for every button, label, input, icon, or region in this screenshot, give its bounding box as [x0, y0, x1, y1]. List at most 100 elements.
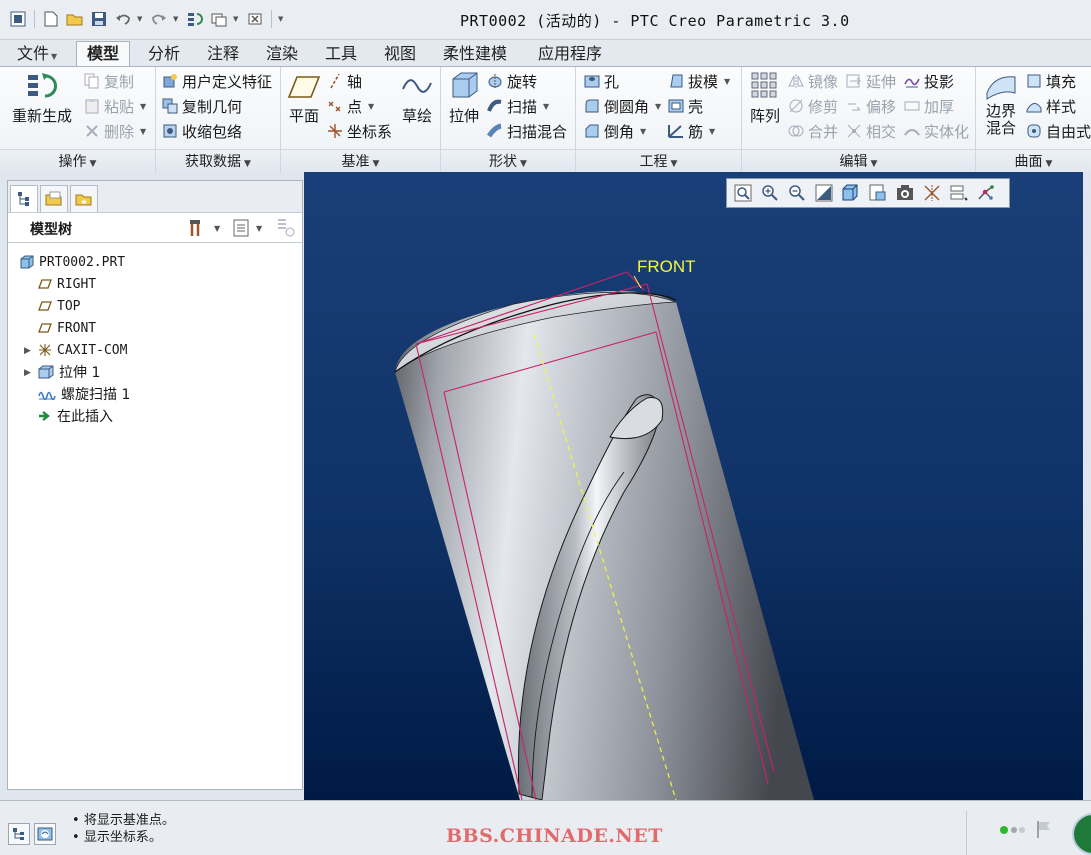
trim-button[interactable]: 修剪 [788, 94, 838, 118]
tab-flexible-modeling[interactable]: 柔性建模 [432, 41, 518, 66]
graphics-window[interactable]: FRONT [304, 172, 1091, 800]
perspective-icon[interactable] [920, 181, 944, 205]
insert-here-arrow-icon [39, 411, 50, 421]
extrude-button[interactable]: 拉伸 [445, 69, 483, 125]
mirror-button[interactable]: 镜像 [788, 69, 838, 93]
tab-model[interactable]: 模型 [76, 41, 131, 66]
saved-views-icon[interactable] [866, 181, 890, 205]
freestyle-button[interactable]: 自由式 [1026, 119, 1091, 143]
fill-button[interactable]: 填充 [1026, 69, 1076, 93]
undo-dropdown-icon[interactable]: ▼ [137, 15, 145, 23]
zoom-in-icon[interactable] [758, 181, 782, 205]
paste-button[interactable]: 粘贴 ▼ [84, 94, 146, 118]
tab-view[interactable]: 视图 [373, 41, 427, 66]
copy-button[interactable]: 复制 [84, 69, 134, 93]
tab-annotate[interactable]: 注释 [196, 41, 250, 66]
csys-button[interactable]: 坐标系 [327, 119, 392, 143]
pattern-button[interactable]: 阵列 [746, 69, 784, 125]
app-menu-icon[interactable] [8, 9, 28, 29]
group-footer-editing[interactable]: 编辑 ▼ [742, 149, 975, 173]
intersect-button[interactable]: 相交 [846, 119, 896, 143]
point-button[interactable]: 点 ▼ [327, 94, 374, 118]
tree-item-csys[interactable]: CAXIT-COM [38, 339, 127, 361]
spin-center-icon[interactable] [974, 181, 998, 205]
datum-display-filters-icon[interactable] [947, 181, 971, 205]
tree-settings-button[interactable]: ▼ [188, 218, 220, 238]
shrinkwrap-button[interactable]: 收缩包络 [162, 119, 242, 143]
repaint-icon[interactable] [812, 181, 836, 205]
group-footer-get-data[interactable]: 获取数据 ▼ [156, 149, 280, 173]
solidify-button[interactable]: 实体化 [904, 119, 969, 143]
toggle-browser-icon[interactable] [34, 823, 56, 845]
style-button[interactable]: 样式 [1026, 94, 1076, 118]
customize-toolbar-icon[interactable]: ▼ [278, 15, 286, 23]
pattern-icon [751, 72, 777, 98]
new-file-icon[interactable] [41, 9, 61, 29]
display-style-icon[interactable] [839, 181, 863, 205]
sweep-button[interactable]: 扫描 ▼ [487, 94, 549, 118]
tree-item-part[interactable]: PRT0002.PRT [20, 251, 125, 273]
tab-applications[interactable]: 应用程序 [527, 41, 613, 66]
hole-button[interactable]: 孔 [584, 69, 619, 93]
toggle-navigator-icon[interactable] [8, 823, 30, 845]
show-menu-button[interactable]: ▼ [232, 218, 262, 238]
tree-item-front[interactable]: FRONT [38, 317, 96, 339]
model-tree-tab[interactable] [10, 185, 38, 212]
project-button[interactable]: 投影 [904, 69, 954, 93]
tree-item-right[interactable]: RIGHT [38, 273, 96, 295]
revolve-button[interactable]: 旋转 [487, 69, 537, 93]
zoom-out-icon[interactable] [785, 181, 809, 205]
redo-dropdown-icon[interactable]: ▼ [173, 15, 181, 23]
filter-button[interactable] [276, 218, 296, 242]
tab-tools[interactable]: 工具 [314, 41, 368, 66]
tab-analysis[interactable]: 分析 [137, 41, 191, 66]
swept-blend-button[interactable]: 扫描混合 [487, 119, 567, 143]
tab-file[interactable]: 文件 ▼ [6, 41, 68, 66]
view-manager-icon[interactable] [893, 181, 917, 205]
regenerate-button[interactable]: 重新生成 [10, 69, 74, 125]
udf-button[interactable]: 用户定义特征 [162, 69, 272, 93]
round-button[interactable]: 倒圆角 ▼ [584, 94, 661, 118]
favorites-tab[interactable] [70, 185, 98, 212]
group-footer-operations[interactable]: 操作 ▼ [0, 149, 155, 173]
close-window-icon[interactable] [245, 9, 265, 29]
undo-icon[interactable] [113, 9, 133, 29]
group-footer-datum[interactable]: 基准 ▼ [281, 149, 440, 173]
open-folder-icon[interactable] [65, 9, 85, 29]
copy-geometry-button[interactable]: 复制几何 [162, 94, 242, 118]
chamfer-button[interactable]: 倒角 ▼ [584, 119, 646, 143]
delete-button[interactable]: 删除 ▼ [84, 119, 146, 143]
refit-icon[interactable] [731, 181, 755, 205]
model-tree-title: 模型树 [30, 222, 72, 238]
extend-button[interactable]: 延伸 [846, 69, 896, 93]
plane-button[interactable]: 平面 [285, 69, 323, 125]
tree-item-helical-sweep[interactable]: 螺旋扫描 1 [38, 383, 130, 405]
rib-button[interactable]: 筋 ▼ [668, 119, 715, 143]
tree-item-extrude[interactable]: 拉伸 1 [38, 361, 100, 383]
copy-geometry-icon [162, 98, 178, 114]
tab-render[interactable]: 渲染 [255, 41, 309, 66]
offset-button[interactable]: 偏移 [846, 94, 896, 118]
group-footer-shapes[interactable]: 形状 ▼ [441, 149, 575, 173]
shell-button[interactable]: 壳 [668, 94, 703, 118]
tree-item-insert-here[interactable]: 在此插入 [38, 405, 113, 427]
regenerate-icon[interactable] [185, 9, 205, 29]
flag-icon[interactable] [1035, 819, 1053, 839]
thicken-button[interactable]: 加厚 [904, 94, 954, 118]
draft-button[interactable]: 拔模 ▼ [668, 69, 730, 93]
save-icon[interactable] [89, 9, 109, 29]
sketch-button[interactable]: 草绘 [397, 69, 437, 125]
group-footer-surfaces[interactable]: 曲面 ▼ [976, 149, 1091, 173]
expand-arrow-icon[interactable]: ▶ [24, 346, 31, 356]
merge-button[interactable]: 合并 [788, 119, 838, 143]
tree-item-top[interactable]: TOP [38, 295, 80, 317]
axis-button[interactable]: 轴 [327, 69, 362, 93]
windows-icon[interactable] [209, 9, 229, 29]
expand-arrow-icon[interactable]: ▶ [24, 368, 31, 378]
sketch-label: 草绘 [401, 107, 432, 125]
redo-icon[interactable] [149, 9, 169, 29]
windows-dropdown-icon[interactable]: ▼ [233, 15, 241, 23]
boundary-blend-button[interactable]: 边界 混合 [980, 69, 1022, 137]
folder-browser-tab[interactable] [40, 185, 68, 212]
group-footer-engineering[interactable]: 工程 ▼ [576, 149, 741, 173]
